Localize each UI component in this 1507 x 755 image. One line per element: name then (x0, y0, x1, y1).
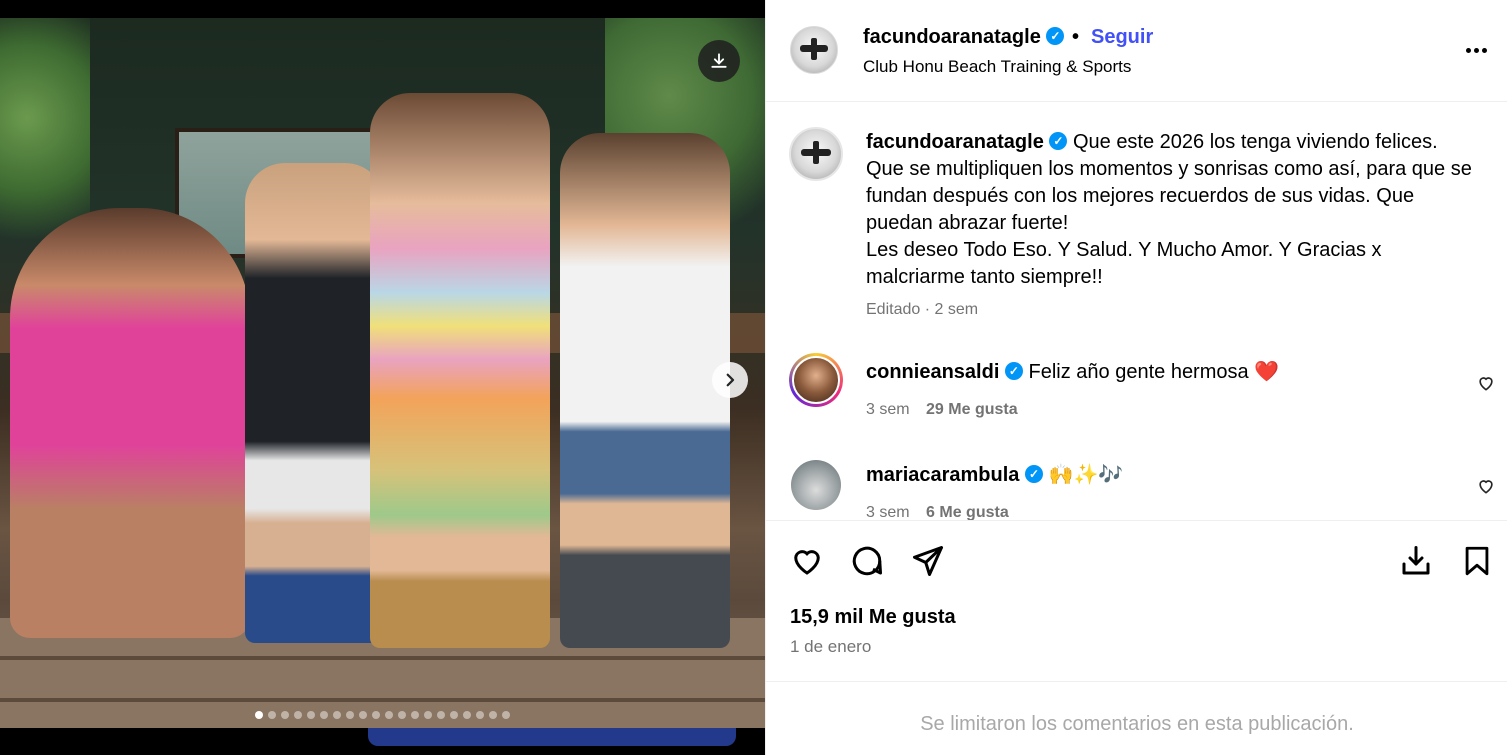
caption-line-1: Que este 2026 los tenga viviendo felices… (1072, 131, 1438, 153)
carousel-dot[interactable] (424, 711, 432, 719)
carousel-dot[interactable] (307, 711, 315, 719)
carousel-dot[interactable] (281, 711, 289, 719)
media-download-button[interactable] (698, 40, 740, 82)
carousel-dot[interactable] (255, 711, 263, 719)
post-caption: facundoaranatagle ✓ Que este 2026 los te… (866, 129, 1476, 291)
commenter-avatar[interactable] (791, 460, 841, 510)
edited-label: Editado (866, 301, 921, 318)
verified-badge-icon: ✓ (1024, 464, 1043, 483)
meta-separator: · (924, 301, 931, 318)
carousel-dot[interactable] (320, 711, 328, 719)
comment-text: 🙌✨🎶 (1048, 464, 1124, 486)
photo-person-girl (370, 93, 550, 648)
post-header: facundoaranatagle ✓ • Seguir Club Honu B… (766, 0, 1507, 102)
carousel-dot[interactable] (476, 711, 484, 719)
commenter-username[interactable]: connieansaldi (866, 361, 999, 383)
caption-meta: Editado · 2 sem (866, 301, 978, 319)
comment-time[interactable]: 3 sem (866, 401, 910, 418)
caption-line-2: Que se multipliquen los momentos y sonri… (866, 158, 1472, 234)
carousel-dot[interactable] (372, 711, 380, 719)
carousel-dot[interactable] (385, 711, 393, 719)
photo-person-boy (245, 163, 385, 643)
comment-meta: 3 sem 29 Me gusta (866, 401, 1018, 419)
comments-limited-notice: Se limitaron los comentarios en esta pub… (920, 713, 1354, 735)
comment-text-row: mariacarambula ✓ 🙌✨🎶 (866, 462, 1123, 487)
next-slide-button[interactable] (712, 362, 748, 398)
comment-icon (852, 546, 882, 576)
more-options-button[interactable] (1460, 36, 1492, 64)
comment-text: Feliz año gente hermosa ❤️ (1028, 361, 1280, 383)
save-button[interactable] (1458, 542, 1496, 580)
carousel-dot[interactable] (450, 711, 458, 719)
caption-author-avatar[interactable] (789, 127, 843, 181)
author-username[interactable]: facundoaranatagle (863, 26, 1041, 48)
heart-icon (794, 550, 820, 575)
send-icon (913, 546, 943, 576)
location-link[interactable]: Club Honu Beach Training & Sports (863, 57, 1131, 77)
post-date[interactable]: 1 de enero (790, 637, 871, 657)
comment-likes[interactable]: 6 Me gusta (926, 504, 1009, 520)
photo-person-woman (10, 208, 250, 638)
post-media (0, 0, 765, 755)
caption-line-3: Les deseo Todo Eso. Y Salud. Y Mucho Amo… (866, 239, 1382, 288)
carousel-dot[interactable] (346, 711, 354, 719)
carousel-dot[interactable] (294, 711, 302, 719)
comment-meta: 3 sem 6 Me gusta (866, 504, 1009, 520)
comments-list[interactable]: facundoaranatagle ✓ Que este 2026 los te… (766, 103, 1507, 520)
author-username-row: facundoaranatagle ✓ (863, 26, 1065, 49)
caption-time[interactable]: 2 sem (935, 301, 979, 318)
commenter-username[interactable]: mariacarambula (866, 464, 1019, 486)
verified-badge-icon: ✓ (1049, 131, 1068, 150)
media-underlay-bar (368, 728, 736, 746)
carousel-dot[interactable] (398, 711, 406, 719)
comment-text-row: connieansaldi ✓ Feliz año gente hermosa … (866, 359, 1279, 384)
carousel-indicator (0, 711, 765, 719)
carousel-dot[interactable] (502, 711, 510, 719)
download-icon (1402, 546, 1430, 575)
share-button[interactable] (909, 542, 947, 580)
carousel-dot[interactable] (268, 711, 276, 719)
verified-badge-icon: ✓ (1004, 361, 1023, 380)
post-panel: facundoaranatagle ✓ • Seguir Club Honu B… (765, 0, 1507, 755)
carousel-dot[interactable] (437, 711, 445, 719)
caption-username[interactable]: facundoaranatagle (866, 131, 1044, 153)
comment-like-heart-icon[interactable] (1476, 373, 1496, 393)
chevron-right-icon (726, 373, 735, 387)
more-horizontal-icon (1465, 47, 1471, 53)
download-icon (711, 53, 727, 68)
post-photo[interactable] (0, 18, 765, 728)
verified-badge-icon: ✓ (1046, 26, 1065, 45)
post-actions: 15,9 mil Me gusta 1 de enero (766, 520, 1507, 682)
comment-time[interactable]: 3 sem (866, 504, 910, 520)
comment-button[interactable] (848, 542, 886, 580)
carousel-dot[interactable] (359, 711, 367, 719)
header-separator: • (1072, 26, 1080, 48)
commenter-avatar[interactable] (789, 353, 843, 407)
carousel-dot[interactable] (463, 711, 471, 719)
download-post-button[interactable] (1397, 542, 1435, 580)
carousel-dot[interactable] (489, 711, 497, 719)
comment-item: mariacarambula ✓ 🙌✨🎶 3 sem 6 Me gusta (766, 456, 1507, 520)
likes-count[interactable]: 15,9 mil Me gusta (790, 606, 956, 629)
follow-button[interactable]: Seguir (1091, 26, 1153, 49)
photo-person-boy-right (560, 133, 730, 648)
carousel-dot[interactable] (333, 711, 341, 719)
comment-likes[interactable]: 29 Me gusta (926, 401, 1018, 418)
comment-like-heart-icon[interactable] (1476, 476, 1496, 496)
comment-item: connieansaldi ✓ Feliz año gente hermosa … (766, 353, 1507, 443)
bookmark-icon (1465, 546, 1489, 576)
carousel-dot[interactable] (411, 711, 419, 719)
author-avatar[interactable] (790, 26, 838, 74)
like-button[interactable] (788, 542, 826, 580)
